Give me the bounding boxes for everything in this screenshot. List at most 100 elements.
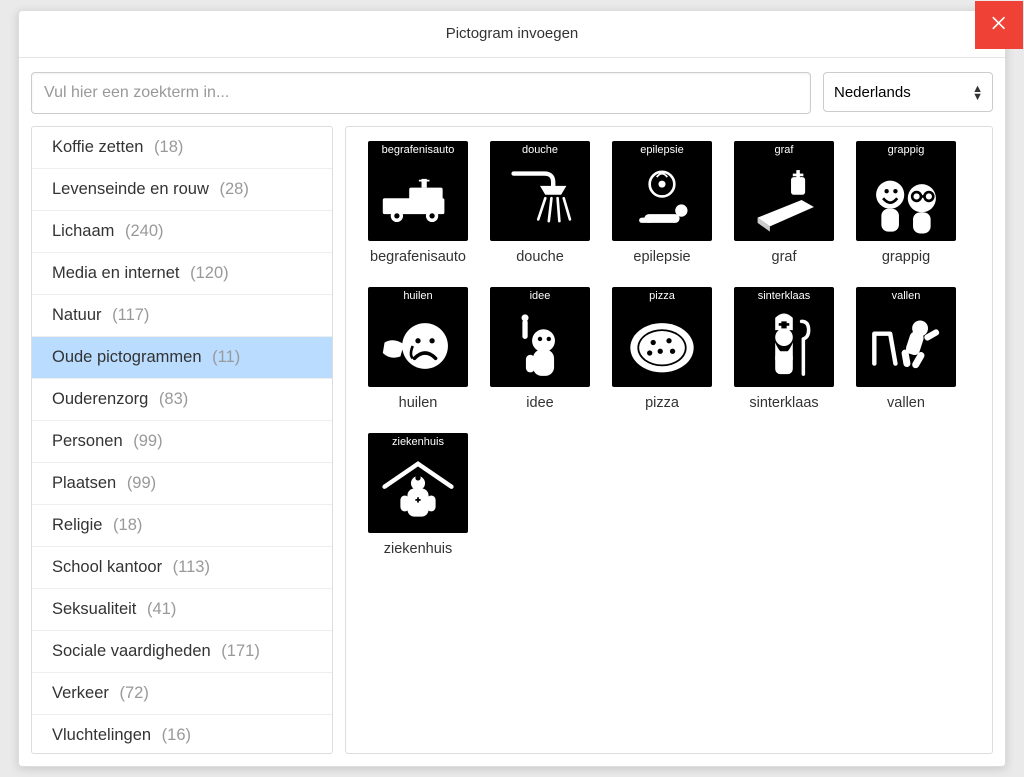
category-item[interactable]: School kantoor (113) [32,547,332,589]
category-item[interactable]: Lichaam (240) [32,211,332,253]
huilen-icon [368,304,468,387]
category-label: School kantoor [52,558,162,576]
modal-header: Pictogram invoegen [19,11,1005,58]
pictogram-thumb-label: graf [775,141,794,158]
pictogram-thumb-label: huilen [403,287,432,304]
category-item[interactable]: Natuur (117) [32,295,332,337]
pictogram-thumb: pizza [612,287,712,387]
category-item[interactable]: Verkeer (72) [32,673,332,715]
pictogram-thumb-label: ziekenhuis [392,433,444,450]
pictogram-thumb: huilen [368,287,468,387]
category-item[interactable]: Plaatsen (99) [32,463,332,505]
pictogram-thumb-label: vallen [892,287,921,304]
ziekenhuis-icon [368,450,468,533]
category-count: (72) [119,684,148,702]
category-count: (171) [221,642,260,660]
category-label: Seksualiteit [52,600,136,618]
sinterklaas-icon [734,304,834,387]
category-count: (18) [154,138,183,156]
idee-icon [490,304,590,387]
pictogram-thumb: vallen [856,287,956,387]
language-select[interactable]: Nederlands [823,72,993,112]
pictogram-thumb: idee [490,287,590,387]
category-item[interactable]: Levenseinde en rouw (28) [32,169,332,211]
category-count: (117) [112,306,149,324]
category-count: (99) [127,474,156,492]
pictogram-item[interactable]: huilen huilen [368,287,468,411]
close-button[interactable] [975,1,1023,49]
pictogram-caption: huilen [399,395,438,411]
modal-backdrop: Pictogram invoegen Nederlands ▲▼ Koffie … [0,0,1024,777]
douche-icon [490,158,590,241]
pictogram-thumb-label: sinterklaas [758,287,811,304]
pictogram-item[interactable]: idee idee [490,287,590,411]
category-count: (16) [162,726,191,744]
close-icon [989,13,1009,38]
pizza-icon [612,304,712,387]
category-item[interactable]: Seksualiteit (41) [32,589,332,631]
pictogram-caption: pizza [645,395,679,411]
category-sidebar: Koffie zetten (18)Levenseinde en rouw (2… [31,126,333,754]
category-label: Vluchtelingen [52,726,151,744]
category-label: Koffie zetten [52,138,143,156]
search-input[interactable] [31,72,811,114]
category-item[interactable]: Koffie zetten (18) [32,127,332,169]
insert-pictogram-modal: Pictogram invoegen Nederlands ▲▼ Koffie … [18,10,1006,767]
pictogram-thumb-label: douche [522,141,558,158]
pictogram-item[interactable]: douche douche [490,141,590,265]
pictogram-thumb-label: begrafenisauto [382,141,455,158]
pictogram-caption: ziekenhuis [384,541,453,557]
graf-icon [734,158,834,241]
category-item[interactable]: Media en internet (120) [32,253,332,295]
category-label: Plaatsen [52,474,116,492]
category-label: Lichaam [52,222,114,240]
pictogram-thumb: graf [734,141,834,241]
pictogram-thumb: begrafenisauto [368,141,468,241]
pictogram-caption: douche [516,249,564,265]
language-select-wrap: Nederlands ▲▼ [823,72,993,114]
pictogram-thumb: grappig [856,141,956,241]
pictogram-grid: begrafenisautobegrafenisautodouchedouche… [368,141,978,557]
pictogram-item[interactable]: pizza pizza [612,287,712,411]
pictogram-thumb: sinterklaas [734,287,834,387]
category-item[interactable]: Religie (18) [32,505,332,547]
pictogram-caption: grappig [882,249,930,265]
category-count: (18) [113,516,142,534]
pictogram-grid-panel: begrafenisautobegrafenisautodouchedouche… [345,126,993,754]
pictogram-item[interactable]: grafgraf [734,141,834,265]
pictogram-thumb-label: pizza [649,287,675,304]
pictogram-thumb-label: idee [530,287,551,304]
category-count: (113) [173,558,210,576]
pictogram-item[interactable]: epilepsieepilepsie [612,141,712,265]
pictogram-thumb: epilepsie [612,141,712,241]
pictogram-item[interactable]: ziekenhuis ziekenhuis [368,433,468,557]
pictogram-item[interactable]: grappig grappig [856,141,956,265]
category-scroll[interactable]: Koffie zetten (18)Levenseinde en rouw (2… [32,127,332,753]
category-item[interactable]: Sociale vaardigheden (171) [32,631,332,673]
category-count: (240) [125,222,164,240]
pictogram-item[interactable]: begrafenisauto begrafenisauto [368,141,468,265]
pictogram-thumb-label: grappig [888,141,925,158]
modal-title: Pictogram invoegen [446,25,579,42]
pictogram-caption: sinterklaas [749,395,818,411]
modal-body: Koffie zetten (18)Levenseinde en rouw (2… [19,126,1005,766]
category-count: (11) [212,348,240,366]
search-toolbar: Nederlands ▲▼ [19,58,1005,126]
category-label: Oude pictogrammen [52,348,202,366]
epilepsie-icon [612,158,712,241]
pictogram-thumb: ziekenhuis [368,433,468,533]
category-label: Media en internet [52,264,180,282]
pictogram-thumb-label: epilepsie [640,141,683,158]
pictogram-caption: vallen [887,395,925,411]
pictogram-caption: begrafenisauto [370,249,466,265]
category-item[interactable]: Ouderenzorg (83) [32,379,332,421]
category-count: (120) [190,264,229,282]
category-item[interactable]: Personen (99) [32,421,332,463]
category-item[interactable]: Vluchtelingen (16) [32,715,332,753]
category-label: Natuur [52,306,102,324]
category-item[interactable]: Oude pictogrammen (11) [32,337,332,379]
pictogram-item[interactable]: sinterklaas sinterklaas [734,287,834,411]
category-label: Religie [52,516,102,534]
pictogram-caption: idee [526,395,553,411]
pictogram-item[interactable]: vallen vallen [856,287,956,411]
